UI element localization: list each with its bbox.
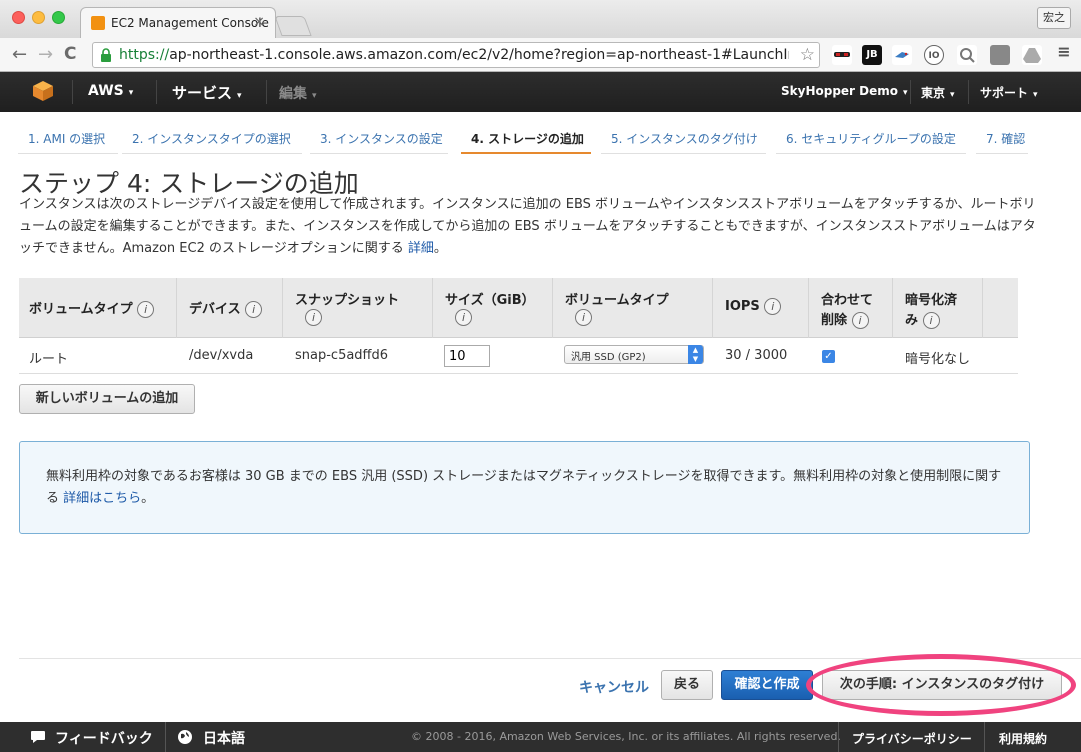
nav-divider [266, 80, 267, 104]
search-extension-icon[interactable] [957, 45, 977, 65]
review-and-launch-button[interactable]: 確認と作成 [721, 670, 813, 700]
menu-icon[interactable]: ≡ [1054, 44, 1074, 65]
nav-support-menu[interactable]: サポート ▾ [980, 84, 1038, 101]
nav-services-menu[interactable]: サービス ▾ [172, 82, 242, 103]
privacy-policy-link[interactable]: プライバシーポリシー [852, 730, 972, 747]
notice-text: 無料利用枠の対象であるお客様は 30 GB までの EBS 汎用 (SSD) ス… [46, 469, 1002, 506]
nav-divider [968, 80, 969, 104]
forward-arrow-icon[interactable]: → [38, 44, 53, 65]
cell-iops: 30 / 3000 [725, 348, 788, 363]
col-iops: IOPS i [715, 278, 809, 338]
aws-cube-logo-icon[interactable] [32, 80, 54, 102]
window-close-button[interactable] [12, 11, 25, 24]
col-size: サイズ（GiB） i [435, 278, 553, 338]
back-arrow-icon[interactable]: ← [12, 44, 27, 65]
terms-link[interactable]: 利用規約 [999, 730, 1047, 747]
info-icon[interactable]: i [922, 312, 940, 329]
table-row: ルート /dev/xvda snap-c5adffd6 汎用 SSD (GP2)… [19, 338, 1018, 374]
tab-title: EC2 Management Console [111, 16, 269, 30]
aws-favicon-icon [91, 16, 105, 30]
nav-aws-menu[interactable]: AWS ▾ [88, 83, 133, 99]
address-bar[interactable]: https://ap-northeast-1.console.aws.amazo… [92, 42, 820, 68]
nav-account-menu[interactable]: SkyHopper Demo ▾ [781, 84, 908, 98]
free-tier-notice: 無料利用枠の対象であるお客様は 30 GB までの EBS 汎用 (SSD) ス… [19, 441, 1030, 534]
cell-snapshot: snap-c5adffd6 [295, 348, 389, 363]
info-icon[interactable]: i [305, 309, 322, 326]
col-snapshot: スナップショット i [285, 278, 433, 338]
io-extension-icon[interactable]: IO [924, 45, 944, 65]
info-icon[interactable]: i [455, 309, 472, 326]
footer-divider [838, 722, 839, 752]
step-instance-config[interactable]: 3. インスタンスの設定 [310, 122, 448, 154]
cell-type: ルート [29, 352, 69, 367]
new-tab-button[interactable] [274, 16, 312, 36]
info-icon[interactable]: i [137, 301, 155, 318]
cell-encrypted: 暗号化なし [905, 352, 971, 367]
step-storage[interactable]: 4. ストレージの追加 [461, 122, 591, 154]
info-icon[interactable]: i [245, 301, 263, 318]
aws-navigation-bar: AWS ▾ サービス ▾ 編集 ▾ SkyHopper Demo ▾ 東京 ▾ サポート ▾ [0, 72, 1081, 112]
globe-icon [178, 730, 192, 744]
profile-button[interactable]: 宏之 [1037, 7, 1071, 29]
browser-titlebar: EC2 Management Console × 宏之 [0, 0, 1081, 38]
drive-extension-icon[interactable] [1022, 45, 1042, 65]
jb-extension-icon[interactable]: JB [862, 45, 882, 65]
url-text: https://ap-northeast-1.console.aws.amazo… [119, 47, 789, 63]
col-delete-on-termination: 合わせて 削除 i [811, 278, 893, 338]
copyright-text: © 2008 - 2016, Amazon Web Services, Inc.… [411, 730, 841, 743]
free-tier-details-link[interactable]: 詳細はこちら [63, 491, 141, 506]
window-maximize-button[interactable] [52, 11, 65, 24]
highlight-annotation-ring [806, 654, 1076, 716]
page-description: インスタンスは次のストレージデバイス設定を使用して作成されます。インスタンスに追… [19, 197, 1036, 256]
select-arrows-icon: ▲ ▼ [688, 345, 703, 364]
bird-extension-icon[interactable] [892, 45, 912, 65]
step-security-group[interactable]: 6. セキュリティグループの設定 [776, 122, 966, 154]
nav-region-menu[interactable]: 東京 ▾ [921, 84, 955, 101]
browser-toolbar: ← → C https://ap-northeast-1.console.aws… [0, 38, 1081, 72]
info-icon[interactable]: i [575, 309, 592, 326]
col-volume-type-detail: ボリュームタイプ i [555, 278, 713, 338]
pocket-extension-icon[interactable] [990, 45, 1010, 65]
nav-edit-menu[interactable]: 編集 ▾ [279, 83, 317, 103]
wizard-steps: 1. AMI の選択 2. インスタンスタイプの選択 3. インスタンスの設定 … [18, 122, 1028, 154]
step-ami[interactable]: 1. AMI の選択 [18, 122, 118, 154]
info-icon[interactable]: i [764, 298, 782, 315]
footer-divider [984, 722, 985, 752]
delete-on-termination-checkbox[interactable]: ✓ [822, 350, 835, 363]
bookmark-star-icon[interactable]: ☆ [800, 45, 815, 65]
back-button[interactable]: 戻る [661, 670, 713, 700]
step-tags[interactable]: 5. インスタンスのタグ付け [601, 122, 766, 154]
language-selector[interactable]: 日本語 [203, 728, 245, 748]
footer-divider [165, 722, 166, 752]
col-volume-type: ボリュームタイプ i [19, 278, 177, 338]
cell-device: /dev/xvda [189, 348, 254, 363]
info-icon[interactable]: i [851, 312, 869, 329]
col-encrypted: 暗号化済 み i [895, 278, 983, 338]
size-input[interactable] [444, 345, 490, 367]
cancel-link[interactable]: キャンセル [579, 677, 649, 697]
volume-type-select[interactable]: 汎用 SSD (GP2) ▲ ▼ [564, 345, 704, 364]
lock-icon [101, 48, 111, 62]
step-instance-type[interactable]: 2. インスタンスタイプの選択 [122, 122, 302, 154]
tab-close-icon[interactable]: × [253, 14, 265, 30]
browser-tab-ec2[interactable]: EC2 Management Console × [80, 7, 276, 38]
reload-icon[interactable]: C [64, 44, 76, 64]
nav-divider [156, 80, 157, 104]
col-device: デバイス i [179, 278, 283, 338]
nav-divider [72, 80, 73, 104]
feedback-link[interactable]: フィードバック [55, 728, 153, 748]
mask-extension-icon[interactable] [832, 45, 852, 65]
table-header: ボリュームタイプ i デバイス i スナップショット i サイズ（GiB） i … [19, 278, 1018, 338]
add-volume-button[interactable]: 新しいボリュームの追加 [19, 384, 195, 414]
nav-divider [910, 80, 911, 104]
step-review[interactable]: 7. 確認 [976, 122, 1028, 154]
console-footer: フィードバック 日本語 © 2008 - 2016, Amazon Web Se… [0, 722, 1081, 752]
window-minimize-button[interactable] [32, 11, 45, 24]
speech-bubble-icon [31, 731, 45, 743]
storage-details-link[interactable]: 詳細 [408, 241, 434, 256]
